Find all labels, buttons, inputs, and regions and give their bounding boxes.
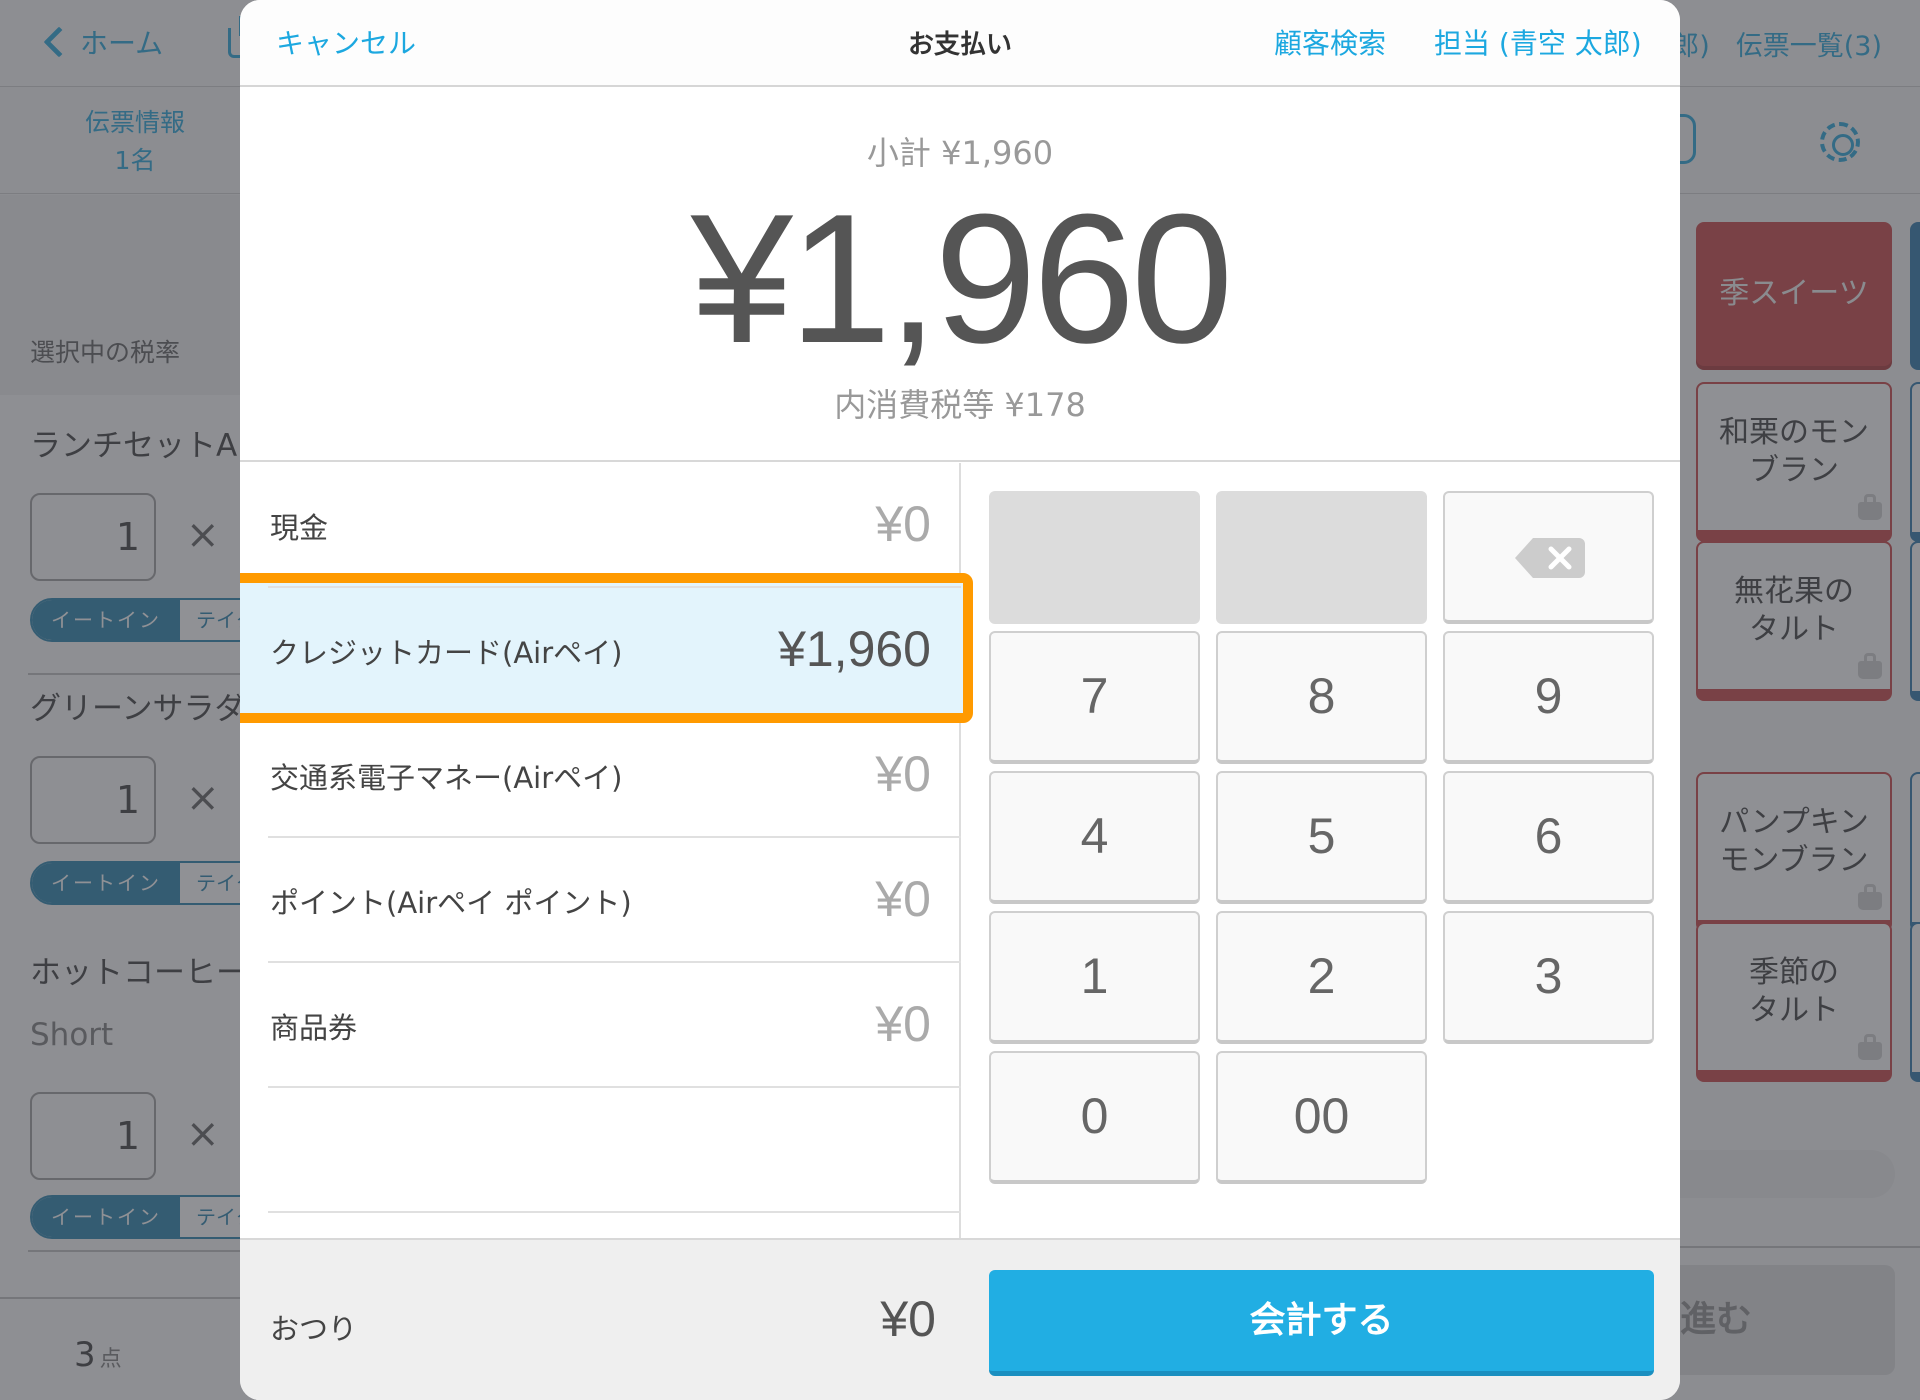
payment-method-label: 商品券 [270,1011,358,1045]
payment-method-amount: ¥1,960 [778,621,931,677]
key-1[interactable]: 1 [989,911,1200,1044]
key-5[interactable]: 5 [1216,771,1427,904]
modal-footer: おつり ¥0 会計する [240,1238,1680,1400]
keypad-blank [1216,491,1427,624]
key-7[interactable]: 7 [989,631,1200,764]
customer-search-button[interactable]: 顧客検索 [1274,22,1386,62]
checkout-button[interactable]: 会計する [989,1270,1654,1376]
payment-method-amount: ¥0 [875,996,931,1052]
payment-method-points[interactable]: ポイント(Airペイ ポイント) ¥0 [268,838,961,963]
key-3[interactable]: 3 [1443,911,1654,1044]
payment-method-transit-emoney[interactable]: 交通系電子マネー(Airペイ) ¥0 [268,713,961,838]
key-6[interactable]: 6 [1443,771,1654,904]
keypad-blank [989,491,1200,624]
payment-method-label: ポイント(Airペイ ポイント) [270,886,632,920]
total-amount: ¥1,960 [690,175,1234,381]
key-4[interactable]: 4 [989,771,1200,904]
payment-modal: キャンセル お支払い 顧客検索 担当 (青空 太郎) 小計 ¥1,960 ¥1,… [240,0,1680,1400]
payment-method-label: 交通系電子マネー(Airペイ) [270,761,623,795]
payment-method-credit-card[interactable]: クレジットカード(Airペイ) ¥1,960 [268,588,961,713]
backspace-button[interactable] [1443,491,1654,624]
change-amount: ¥0 [880,1291,936,1347]
key-00[interactable]: 00 [1216,1051,1427,1184]
payment-method-list: 現金 ¥0 クレジットカード(Airペイ) ¥1,960 交通系電子マネー(Ai… [240,463,973,1238]
key-0[interactable]: 0 [989,1051,1200,1184]
tax-included: 内消費税等 ¥178 [834,386,1086,424]
payment-method-label: 現金 [270,511,329,545]
payment-method-gift-voucher[interactable]: 商品券 ¥0 [268,963,961,1088]
payment-method-amount: ¥0 [875,496,931,552]
modal-header: キャンセル お支払い 顧客検索 担当 (青空 太郎) [240,0,1680,87]
subtotal: 小計 ¥1,960 [866,134,1054,172]
change-label: おつり [270,1312,358,1346]
key-2[interactable]: 2 [1216,911,1427,1044]
payment-method-amount: ¥0 [875,871,931,927]
key-9[interactable]: 9 [1443,631,1654,764]
payment-method-amount: ¥0 [875,746,931,802]
key-8[interactable]: 8 [1216,631,1427,764]
staff-button[interactable]: 担当 (青空 太郎) [1434,22,1642,62]
payment-method-cash[interactable]: 現金 ¥0 [268,463,961,588]
payment-method-empty-row [268,1088,961,1213]
backspace-icon [1515,538,1585,578]
payment-summary: 小計 ¥1,960 ¥1,960 内消費税等 ¥178 [240,88,1680,462]
payment-method-label: クレジットカード(Airペイ) [270,636,623,670]
cancel-button[interactable]: キャンセル [276,22,416,62]
